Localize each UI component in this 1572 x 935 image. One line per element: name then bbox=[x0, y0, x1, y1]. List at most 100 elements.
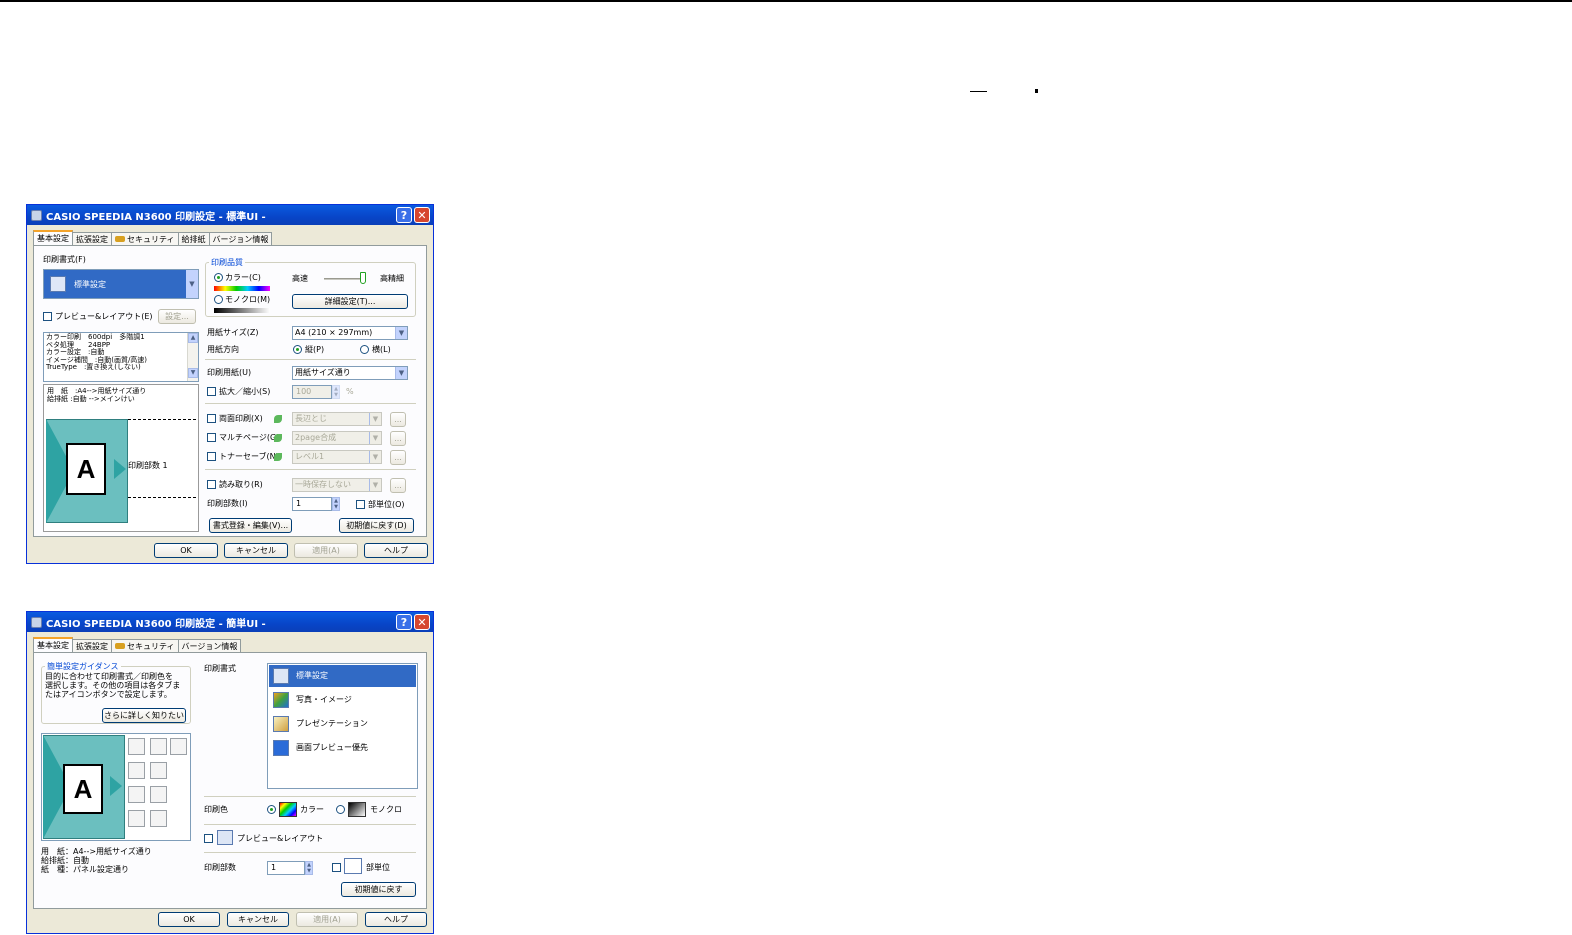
page-punch-icon[interactable] bbox=[150, 786, 167, 803]
color-icon bbox=[279, 802, 297, 817]
layout-preview-icon bbox=[217, 830, 233, 845]
dialog-title: CASIO SPEEDIA N3600 印刷設定 - 簡単UI - bbox=[46, 618, 266, 630]
color-radio[interactable] bbox=[267, 805, 276, 814]
list-item[interactable]: プレゼンテーション bbox=[296, 719, 368, 729]
page-multi-icon[interactable] bbox=[150, 738, 167, 755]
more-info-button[interactable]: さらに詳しく知りたい bbox=[102, 708, 186, 723]
chevron-down-icon: ▼ bbox=[369, 479, 381, 491]
close-button[interactable]: ✕ bbox=[414, 614, 430, 630]
scale-spinner[interactable]: ▲ ▼ bbox=[332, 385, 340, 399]
list-item-selected[interactable] bbox=[269, 665, 416, 687]
fine-label: 高精細 bbox=[380, 274, 404, 283]
list-item[interactable]: 画面プレビュー優先 bbox=[296, 743, 368, 753]
guidance-text: 目的に合わせて印刷書式／印刷色を 選択します。その他の項目は各タブま たはアイコ… bbox=[45, 672, 181, 699]
readout-more-button[interactable]: ... bbox=[390, 478, 406, 493]
readout-checkbox[interactable] bbox=[207, 480, 216, 489]
list-item[interactable]: 写真・イメージ bbox=[296, 695, 352, 705]
separator bbox=[205, 469, 416, 470]
preview-page: A bbox=[66, 443, 106, 495]
copies-spinner[interactable]: ▲ ▼ bbox=[332, 497, 340, 511]
toner-save-checkbox[interactable] bbox=[207, 452, 216, 461]
portrait-label: 縦(P) bbox=[305, 345, 325, 354]
detail-settings-button[interactable]: 詳細設定(T)... bbox=[292, 294, 408, 309]
portrait-radio[interactable] bbox=[293, 345, 302, 354]
color-radio-label: カラー(C) bbox=[225, 273, 261, 282]
settings-summary-list: カラー印刷 600dpi 多階調1 ベタ処理 24BPP カラー設定 :自動 イ… bbox=[43, 332, 199, 382]
scale-checkbox[interactable] bbox=[207, 387, 216, 396]
list-item[interactable]: 標準設定 bbox=[296, 671, 328, 681]
print-format-dropdown[interactable]: 標準設定 ▼ bbox=[43, 269, 199, 299]
cancel-button[interactable]: キャンセル bbox=[227, 912, 289, 927]
tab-security[interactable]: セキュリティ bbox=[111, 639, 179, 652]
monochrome-radio[interactable] bbox=[336, 805, 345, 814]
preview-settings-button[interactable]: 設定... bbox=[158, 309, 196, 324]
apply-button[interactable]: 適用(A) bbox=[294, 543, 358, 558]
tab-version[interactable]: バージョン情報 bbox=[208, 232, 273, 245]
cancel-button[interactable]: キャンセル bbox=[224, 543, 288, 558]
page-stamp-icon[interactable] bbox=[150, 810, 167, 827]
tab-strip: 基本設定 拡張設定 セキュリティ 給排紙 バージョン情報 bbox=[33, 230, 273, 245]
tab-security[interactable]: セキュリティ bbox=[111, 232, 179, 245]
quality-slider-thumb[interactable] bbox=[360, 272, 366, 284]
print-format-label: 印刷書式 bbox=[204, 664, 236, 673]
close-button[interactable]: ✕ bbox=[414, 207, 430, 223]
stray-mark bbox=[970, 91, 987, 92]
color-radio[interactable] bbox=[214, 273, 223, 282]
quality-slider-track[interactable] bbox=[324, 278, 364, 280]
multipage-label: マルチページ(G) bbox=[219, 433, 280, 442]
tab-extended[interactable]: 拡張設定 bbox=[72, 232, 112, 245]
multipage-more-button[interactable]: ... bbox=[390, 431, 406, 446]
tab-extended[interactable]: 拡張設定 bbox=[72, 639, 112, 652]
page-duplex-icon[interactable] bbox=[170, 738, 187, 755]
help-title-button[interactable]: ? bbox=[396, 207, 412, 223]
duplex-checkbox[interactable] bbox=[207, 414, 216, 423]
reset-defaults-button[interactable]: 初期値に戻す(D) bbox=[339, 518, 414, 533]
output-arrow bbox=[110, 776, 122, 796]
tab-basic[interactable]: 基本設定 bbox=[33, 230, 73, 245]
separator bbox=[205, 359, 416, 360]
copies-label: 印刷部数 bbox=[204, 863, 236, 872]
key-icon bbox=[115, 643, 125, 649]
copies-spinner[interactable]: ▲ ▼ bbox=[305, 861, 313, 875]
register-format-button[interactable]: 書式登録・編集(V)... bbox=[209, 518, 292, 533]
toner-more-button[interactable]: ... bbox=[390, 450, 406, 465]
tab-version[interactable]: バージョン情報 bbox=[177, 639, 242, 652]
page-blank-icon[interactable] bbox=[128, 762, 145, 779]
page-staple-icon[interactable] bbox=[128, 786, 145, 803]
collate-label: 部単位(O) bbox=[368, 500, 405, 509]
scale-input[interactable]: 100 bbox=[292, 385, 332, 399]
orientation-label: 用紙方向 bbox=[207, 345, 239, 354]
help-title-button[interactable]: ? bbox=[396, 614, 412, 630]
duplex-select[interactable]: 長辺とじ ▼ bbox=[292, 412, 382, 426]
monochrome-radio[interactable] bbox=[214, 295, 223, 304]
apply-button[interactable]: 適用(A) bbox=[296, 912, 358, 927]
copies-input[interactable]: 1 bbox=[267, 861, 305, 875]
tab-paper-feed[interactable]: 給排紙 bbox=[177, 232, 210, 245]
reset-defaults-button[interactable]: 初期値に戻す bbox=[341, 882, 416, 897]
ok-button[interactable]: OK bbox=[154, 543, 218, 558]
landscape-radio[interactable] bbox=[360, 345, 369, 354]
preview-layout-checkbox[interactable] bbox=[43, 312, 52, 321]
page-single-icon[interactable] bbox=[128, 738, 145, 755]
collate-checkbox[interactable] bbox=[356, 500, 365, 509]
print-paper-select[interactable]: 用紙サイズ通り ▼ bbox=[292, 366, 408, 380]
multipage-checkbox[interactable] bbox=[207, 433, 216, 442]
readout-select[interactable]: 一時保存しない ▼ bbox=[292, 478, 382, 492]
duplex-more-button[interactable]: ... bbox=[390, 412, 406, 427]
preview-layout-checkbox[interactable] bbox=[204, 834, 213, 843]
paper-size-select[interactable]: A4 (210 × 297mm) ▼ bbox=[292, 326, 408, 340]
page-text-icon[interactable] bbox=[150, 762, 167, 779]
preview-layout-label: プレビュー&レイアウト bbox=[237, 834, 324, 843]
print-format-list[interactable]: 標準設定 写真・イメージ プレゼンテーション 画面プレビュー優先 bbox=[267, 663, 418, 789]
multipage-select[interactable]: 2page合成 ▼ bbox=[292, 431, 382, 445]
ok-button[interactable]: OK bbox=[158, 912, 220, 927]
toner-save-select[interactable]: レベル1 ▼ bbox=[292, 450, 382, 464]
help-button[interactable]: ヘルプ bbox=[364, 543, 428, 558]
page-cover-icon[interactable] bbox=[128, 810, 145, 827]
help-button[interactable]: ヘルプ bbox=[365, 912, 427, 927]
summary-scrollbar[interactable]: ▲ ▼ bbox=[187, 333, 198, 381]
tab-basic[interactable]: 基本設定 bbox=[33, 637, 73, 652]
paper-size-label: 用紙サイズ(Z) bbox=[207, 328, 259, 337]
copies-input[interactable]: 1 bbox=[292, 497, 332, 511]
collate-checkbox[interactable] bbox=[332, 863, 341, 872]
